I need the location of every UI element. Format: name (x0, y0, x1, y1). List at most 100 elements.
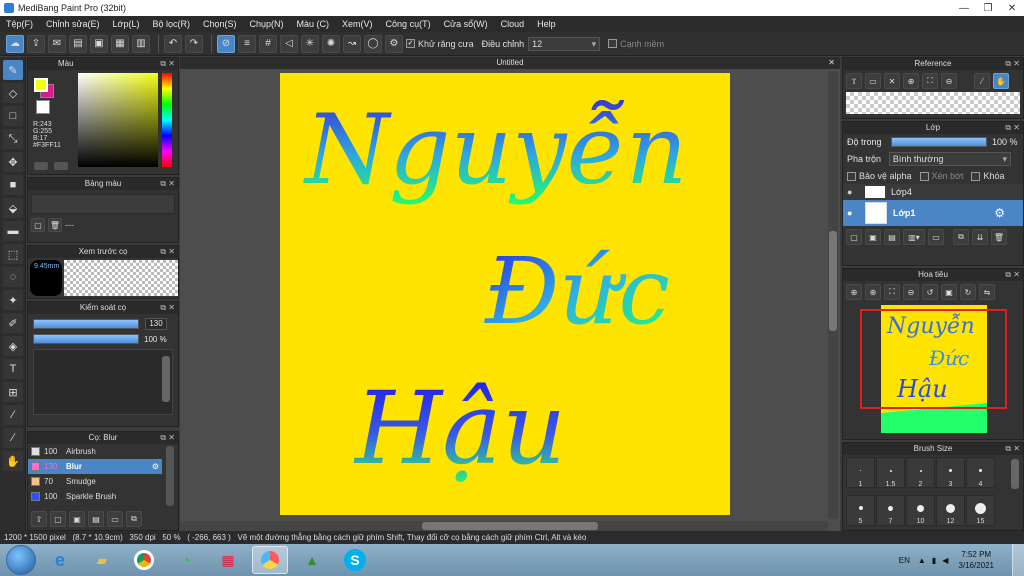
language-indicator[interactable]: EN (899, 556, 910, 565)
menu-help[interactable]: Help (537, 19, 556, 29)
brush-size-cell[interactable]: 4 (966, 457, 995, 488)
blend-select[interactable]: Bình thường (888, 152, 1011, 166)
zoom-out-icon[interactable]: ⊖ (941, 73, 957, 89)
clipping-checkbox[interactable]: Xén bớt (919, 171, 963, 181)
brush-size-cell[interactable]: 3 (936, 457, 965, 488)
settings-icon[interactable]: ⚙ (385, 34, 403, 53)
brush-size-scrollbar[interactable] (1011, 459, 1019, 489)
save-icon[interactable]: ▣ (90, 34, 108, 53)
eyedropper2-icon[interactable]: ⁄ (3, 428, 23, 448)
brush-size-cell[interactable]: 7 (876, 495, 905, 526)
comment-icon[interactable]: ✉ (48, 34, 66, 53)
protect-alpha-checkbox[interactable]: Bảo vệ alpha (847, 171, 912, 181)
flip-icon[interactable]: ⇋ (979, 284, 995, 300)
brush-size-slider[interactable] (33, 319, 139, 329)
ie-icon[interactable]: e (42, 546, 78, 574)
panel-close-icon[interactable]: ⧉ ✕ (160, 246, 175, 258)
medibang-icon[interactable] (252, 546, 288, 574)
show-desktop-button[interactable] (1012, 544, 1024, 576)
circle-snap-icon[interactable]: ◯ (364, 34, 382, 53)
delete-palette-icon[interactable]: 🗑 (48, 218, 62, 232)
brush-size-cell[interactable]: 10 (906, 495, 935, 526)
snap-off-icon[interactable]: ⊘ (217, 34, 235, 53)
text-tool-icon[interactable]: T (3, 359, 23, 379)
brush-size-cell[interactable]: 1.5 (876, 457, 905, 488)
grid-icon[interactable]: ▦ (111, 34, 129, 53)
menu-snap[interactable]: Chụp(N) (250, 19, 284, 29)
navigator-view[interactable]: Nguyễn Đức Hậu (843, 305, 1024, 441)
brush-item[interactable]: 100 Airbrush (28, 444, 162, 459)
select-pen-icon[interactable]: ✐ (3, 313, 23, 333)
bucket-tool-icon[interactable]: ⬙ (3, 198, 23, 218)
new-8bit-layer-icon[interactable]: ▤ (884, 229, 900, 245)
folder-icon[interactable]: ▭ (107, 511, 123, 527)
hue-slider[interactable] (162, 73, 172, 167)
panel-close-icon[interactable]: ⧉ ✕ (1005, 269, 1020, 281)
network-icon[interactable]: ▮ (932, 556, 936, 565)
transparent-color-swatch[interactable] (36, 100, 50, 114)
hand-icon[interactable]: ✋ (993, 73, 1009, 89)
move-tool-icon[interactable]: ✥ (3, 152, 23, 172)
scroll-thumb[interactable] (422, 522, 598, 530)
volume-icon[interactable]: ◀ (942, 556, 948, 565)
rotate-right-icon[interactable]: ↻ (960, 284, 976, 300)
upload-icon[interactable]: ⇧ (31, 511, 47, 527)
parallel-snap-icon[interactable]: ≡ (238, 34, 256, 53)
add-palette-icon[interactable]: ▢ (31, 218, 45, 232)
foreground-color-swatch[interactable] (34, 78, 48, 92)
show-hidden-icon[interactable]: ▲ (918, 556, 926, 565)
add-layer-menu-icon[interactable]: ▥▾ (903, 229, 925, 245)
brush-opacity-slider[interactable] (33, 334, 139, 344)
new-halftone-layer-icon[interactable]: ▣ (865, 229, 881, 245)
layer-row[interactable]: ● Lớp4 (843, 184, 1023, 200)
folder-icon[interactable]: ▭ (928, 229, 944, 245)
divide-tool-icon[interactable]: ⊞ (3, 382, 23, 402)
menu-layer[interactable]: Lớp(L) (113, 19, 140, 29)
document-close-icon[interactable]: ✕ (828, 57, 835, 69)
open-folder-icon[interactable]: ▭ (865, 73, 881, 89)
redo-icon[interactable]: ↷ (185, 34, 203, 53)
brush-size-cell[interactable]: 12 (936, 495, 965, 526)
clock[interactable]: 7:52 PM 3/16/2021 (958, 549, 994, 571)
delete-layer-icon[interactable]: 🗑 (991, 229, 1007, 245)
layer-opacity-slider[interactable] (891, 137, 987, 147)
canvas-vertical-scrollbar[interactable] (828, 71, 838, 519)
eyedropper-icon[interactable]: ⁄ (974, 73, 990, 89)
chrome-icon[interactable] (126, 546, 162, 574)
close-icon[interactable]: ✕ (884, 73, 900, 89)
canvas-horizontal-scrollbar[interactable] (180, 521, 828, 531)
radial-snap-icon[interactable]: ✳ (301, 34, 319, 53)
drawing-canvas[interactable]: Nguyễn Đức Hậu (280, 73, 730, 515)
brush-item[interactable]: 70 Smudge (28, 474, 162, 489)
app-green-icon[interactable]: ◔ (168, 546, 204, 574)
brush-size-cell[interactable]: 2 (906, 457, 935, 488)
gear-icon[interactable]: ⚙ (994, 206, 1005, 220)
game-icon[interactable]: ▲ (294, 546, 330, 574)
brush-list-scrollbar[interactable] (166, 446, 174, 506)
fit-icon[interactable]: ⛶ (884, 284, 900, 300)
panel-close-icon[interactable]: ⧉ ✕ (160, 432, 175, 444)
brush-item[interactable]: 100 Sparkle Brush (28, 489, 162, 504)
material-icon[interactable]: ▥ (132, 34, 150, 53)
panel-close-icon[interactable]: ⧉ ✕ (160, 302, 175, 314)
menu-color[interactable]: Màu (C) (297, 19, 330, 29)
duplicate-icon[interactable]: ⧉ (953, 229, 969, 245)
eye-icon[interactable]: ● (847, 208, 859, 218)
eraser-tool-icon[interactable]: ◇ (3, 83, 23, 103)
copy-brush-icon[interactable]: ▤ (88, 511, 104, 527)
menu-file[interactable]: Tệp(F) (6, 19, 33, 29)
explorer-icon[interactable]: ▰ (84, 546, 120, 574)
scroll-thumb[interactable] (829, 231, 837, 331)
duplicate-icon[interactable]: ⧉ (126, 511, 142, 527)
color-swap-icon[interactable] (54, 162, 68, 170)
fill-rect-icon[interactable]: ■ (3, 175, 23, 195)
app-grid-icon[interactable]: ▦ (210, 546, 246, 574)
brush-item-selected[interactable]: 130 Blur ⚙ (28, 459, 162, 474)
eyedropper-icon[interactable]: ⁄ (3, 405, 23, 425)
menu-cloud[interactable]: Cloud (501, 19, 525, 29)
new-layer-icon[interactable]: ▢ (846, 229, 862, 245)
zoom-out-icon[interactable]: ⊖ (903, 284, 919, 300)
vanish-snap-icon[interactable]: ◁ (280, 34, 298, 53)
panel-close-icon[interactable]: ⧉ ✕ (160, 178, 175, 190)
menu-window[interactable]: Cửa sổ(W) (444, 19, 488, 29)
